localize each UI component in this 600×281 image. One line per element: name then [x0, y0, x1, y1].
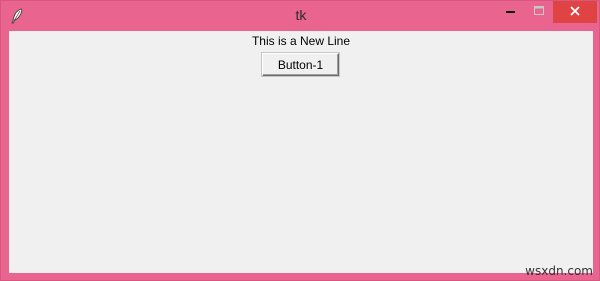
close-button[interactable]: [553, 1, 597, 23]
maximize-icon: [533, 3, 545, 21]
button-1[interactable]: Button-1: [262, 53, 339, 76]
title-bar[interactable]: tk: [1, 1, 600, 30]
text-label: This is a New Line: [251, 34, 351, 48]
minimize-button[interactable]: [497, 1, 525, 23]
watermark: wsxdn.com: [525, 264, 593, 278]
close-icon: [570, 3, 580, 21]
minimize-icon: [506, 3, 516, 21]
app-window: tk This is a New Line Button-1 wsxdn.com: [0, 0, 600, 281]
maximize-button[interactable]: [525, 1, 553, 23]
client-area: This is a New Line Button-1: [9, 31, 593, 273]
